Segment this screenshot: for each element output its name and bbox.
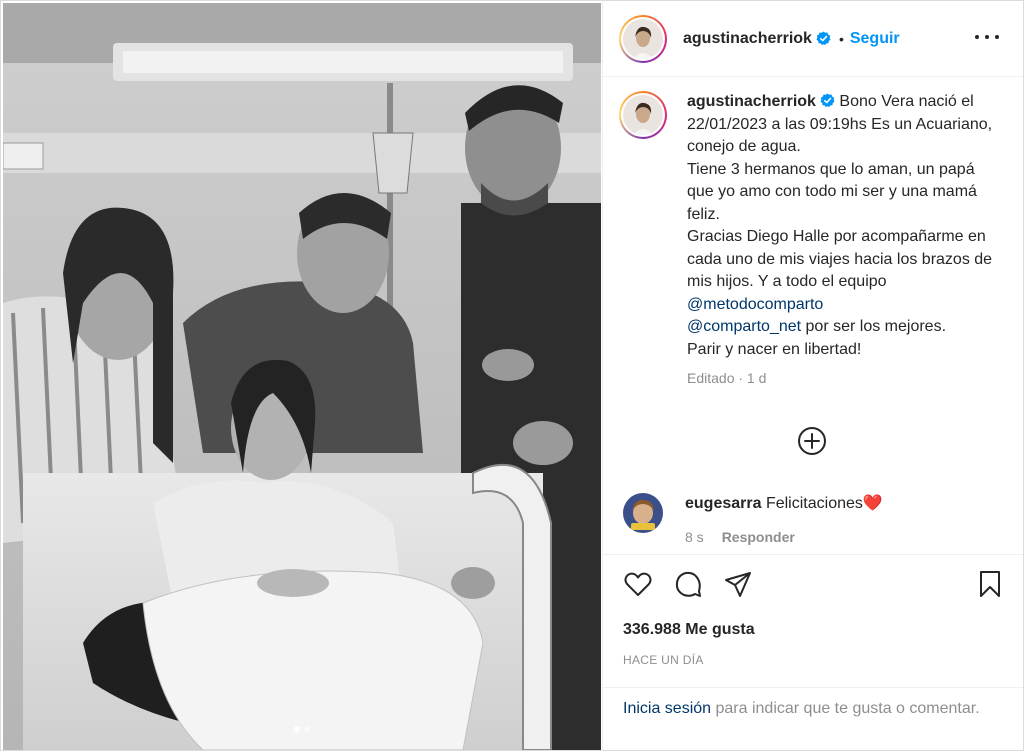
verified-badge-icon [816, 31, 831, 46]
post-caption: agustinacherriok Bono Vera nació el 22/0… [619, 91, 1014, 390]
caption-line-4: Parir y nacer en libertad! [687, 340, 862, 358]
login-prompt-text: para indicar que te gusta o comentar. [711, 700, 980, 717]
caption-avatar[interactable] [619, 91, 667, 139]
login-link[interactable]: Inicia sesión [623, 700, 711, 717]
caption-line-3: Gracias Diego Halle por acompañarme en c… [687, 228, 993, 290]
author-avatar[interactable] [619, 14, 667, 63]
reply-button[interactable]: Responder [722, 529, 795, 545]
caption-line-2: Tiene 3 hermanos que lo aman, un papá qu… [687, 160, 977, 223]
author-avatar-image [623, 18, 663, 59]
bookmark-icon[interactable] [975, 569, 1005, 599]
verified-badge-icon [820, 93, 835, 108]
comment-item: eugesarra Felicitaciones❤️ 8 s Responder [623, 493, 1013, 545]
caption-meta: Editado · 1 d [687, 370, 767, 386]
post-side-panel: agustinacherriok • Seguir agustinacherri… [602, 1, 1023, 751]
header-separator: • [838, 30, 844, 47]
caption-avatar-image [623, 95, 663, 135]
post-dialog: agustinacherriok • Seguir agustinacherri… [0, 0, 1024, 751]
paper-plane-icon[interactable] [723, 569, 753, 599]
heart-emoji: ❤️ [862, 495, 883, 512]
more-options-icon[interactable] [975, 25, 999, 49]
heart-icon[interactable] [623, 569, 653, 599]
post-photo[interactable] [3, 3, 601, 750]
post-header: agustinacherriok • Seguir [603, 1, 1023, 77]
commenter-avatar[interactable] [623, 493, 663, 533]
mention-link[interactable]: @comparto_net [687, 318, 801, 335]
caption-line-3-end: por ser los mejores. [801, 318, 947, 335]
photo-illustration [3, 3, 601, 750]
likes-count[interactable]: 336.988 Me gusta [623, 621, 755, 639]
action-bar [603, 554, 1023, 614]
commenter-username[interactable]: eugesarra [685, 495, 762, 512]
plus-circle-icon[interactable] [797, 426, 827, 456]
comment-bubble-icon[interactable] [673, 569, 703, 599]
mention-link[interactable]: @metodocomparto [687, 296, 823, 313]
author-username[interactable]: agustinacherriok [683, 30, 812, 48]
carousel-indicator [3, 726, 601, 732]
carousel-dot [304, 726, 310, 732]
caption-text: agustinacherriok Bono Vera nació el 22/0… [687, 91, 997, 390]
follow-button[interactable]: Seguir [850, 30, 900, 48]
comment-time: 8 s [685, 529, 704, 545]
comment-text: Felicitaciones [765, 495, 863, 512]
post-timestamp[interactable]: HACE UN DÍA [623, 653, 704, 667]
login-prompt: Inicia sesión para indicar que te gusta … [603, 687, 1023, 720]
caption-username[interactable]: agustinacherriok [687, 93, 816, 110]
carousel-dot-active [294, 726, 300, 732]
